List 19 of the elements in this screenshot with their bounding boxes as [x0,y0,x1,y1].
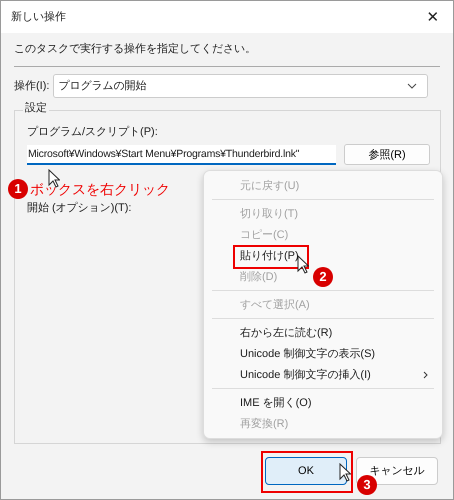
window-title: 新しい操作 [11,10,66,24]
menu-item[interactable]: IME を開く(O) [240,396,312,410]
program-input-field[interactable]: Microsoft¥Windows¥Start Menu¥Programs¥Thunderbird.lnk" [27,144,336,164]
action-dropdown[interactable]: プログラムの開始 [53,74,428,98]
start-label: 開始 (オプション)(T): [27,201,132,215]
menu-item[interactable]: Unicode 制御文字の表示(S) [240,346,376,360]
instruction-text: このタスクで実行する操作を指定してください。 [14,42,256,56]
annotation-text: ボックスを右クリック [30,180,170,198]
menu-item[interactable]: 右から左に読む(R) [240,326,332,340]
menu-item[interactable]: 貼り付け(P) [240,248,299,262]
browse-button[interactable]: 参照(R) [344,144,430,165]
ok-button[interactable]: OK [265,457,347,485]
step-badge: 3 [357,475,377,495]
group-title: 設定 [23,101,49,115]
program-label: プログラム/スクリプト(P): [27,125,158,139]
step-badge: 1 [8,179,28,199]
action-label: 操作(I): [14,79,50,93]
menu-item[interactable]: Unicode 制御文字の挿入(I) [240,368,371,382]
close-button[interactable]: ✕ [413,1,453,33]
